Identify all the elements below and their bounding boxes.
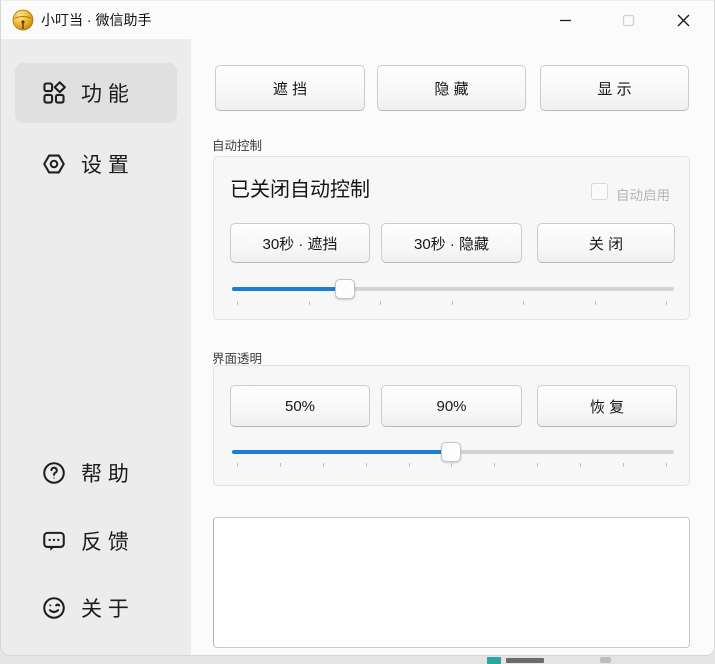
main-content: 遮 挡 隐 藏 显 示 自动控制 已关闭自动控制 自动启用 30秒 · 遮挡 3… <box>191 39 714 655</box>
title-bar: 小叮当 · 微信助手 <box>1 1 714 39</box>
slider-fill <box>232 287 345 291</box>
cover-30s-button[interactable]: 30秒 · 遮挡 <box>230 223 370 263</box>
auto-control-slider[interactable] <box>232 279 674 299</box>
minimize-button[interactable] <box>543 3 587 37</box>
opacity-90-button[interactable]: 90% <box>381 385 522 427</box>
background-fragment-text <box>506 658 544 663</box>
auto-enable-checkbox-label: 自动启用 <box>616 184 670 204</box>
background-fragment-gray <box>600 657 611 663</box>
background-fragment-teal <box>487 657 501 664</box>
slider-fill <box>232 450 451 454</box>
auto-off-button[interactable]: 关 闭 <box>537 223 675 263</box>
sidebar-item-feedback[interactable]: 反 馈 <box>15 511 177 571</box>
transparency-panel: 50% 90% 恢 复 <box>213 365 690 486</box>
auto-enable-checkbox[interactable] <box>591 183 608 200</box>
app-window: 小叮当 · 微信助手 功 能 <box>0 0 715 656</box>
auto-control-section-label: 自动控制 <box>212 135 262 154</box>
help-icon <box>41 460 67 486</box>
sidebar-item-settings[interactable]: 设 置 <box>15 134 177 194</box>
sidebar-item-about[interactable]: 关 于 <box>15 578 177 638</box>
bell-icon <box>11 8 35 32</box>
opacity-reset-button[interactable]: 恢 复 <box>537 385 677 427</box>
sidebar-item-label: 设 置 <box>81 149 129 179</box>
sidebar: 功 能 设 置 帮 助 <box>1 39 191 655</box>
transparency-slider[interactable] <box>232 442 674 462</box>
window-title: 小叮当 · 微信助手 <box>41 1 151 39</box>
sidebar-item-features[interactable]: 功 能 <box>15 63 177 123</box>
slider-thumb[interactable] <box>335 279 355 299</box>
close-button[interactable] <box>661 3 705 37</box>
sidebar-item-help[interactable]: 帮 助 <box>15 443 177 503</box>
slider-tick-marks <box>237 463 667 468</box>
sidebar-item-label: 功 能 <box>81 78 129 108</box>
cover-button[interactable]: 遮 挡 <box>215 65 365 111</box>
maximize-button[interactable] <box>606 3 650 37</box>
sidebar-item-label: 帮 助 <box>81 458 129 488</box>
apps-grid-icon <box>41 80 67 106</box>
sidebar-item-label: 关 于 <box>81 593 129 623</box>
show-button[interactable]: 显 示 <box>540 65 689 111</box>
sidebar-item-label: 反 馈 <box>81 526 129 556</box>
auto-control-panel: 已关闭自动控制 自动启用 30秒 · 遮挡 30秒 · 隐藏 关 闭 <box>213 156 690 320</box>
settings-icon <box>41 151 67 177</box>
about-icon <box>41 595 67 621</box>
hide-button[interactable]: 隐 藏 <box>377 65 526 111</box>
slider-thumb[interactable] <box>441 442 461 462</box>
feedback-icon <box>41 528 67 554</box>
slider-tick-marks <box>237 301 667 306</box>
auto-control-status: 已关闭自动控制 <box>230 173 370 202</box>
log-output-box[interactable] <box>213 517 690 648</box>
opacity-50-button[interactable]: 50% <box>230 385 370 427</box>
hide-30s-button[interactable]: 30秒 · 隐藏 <box>381 223 522 263</box>
